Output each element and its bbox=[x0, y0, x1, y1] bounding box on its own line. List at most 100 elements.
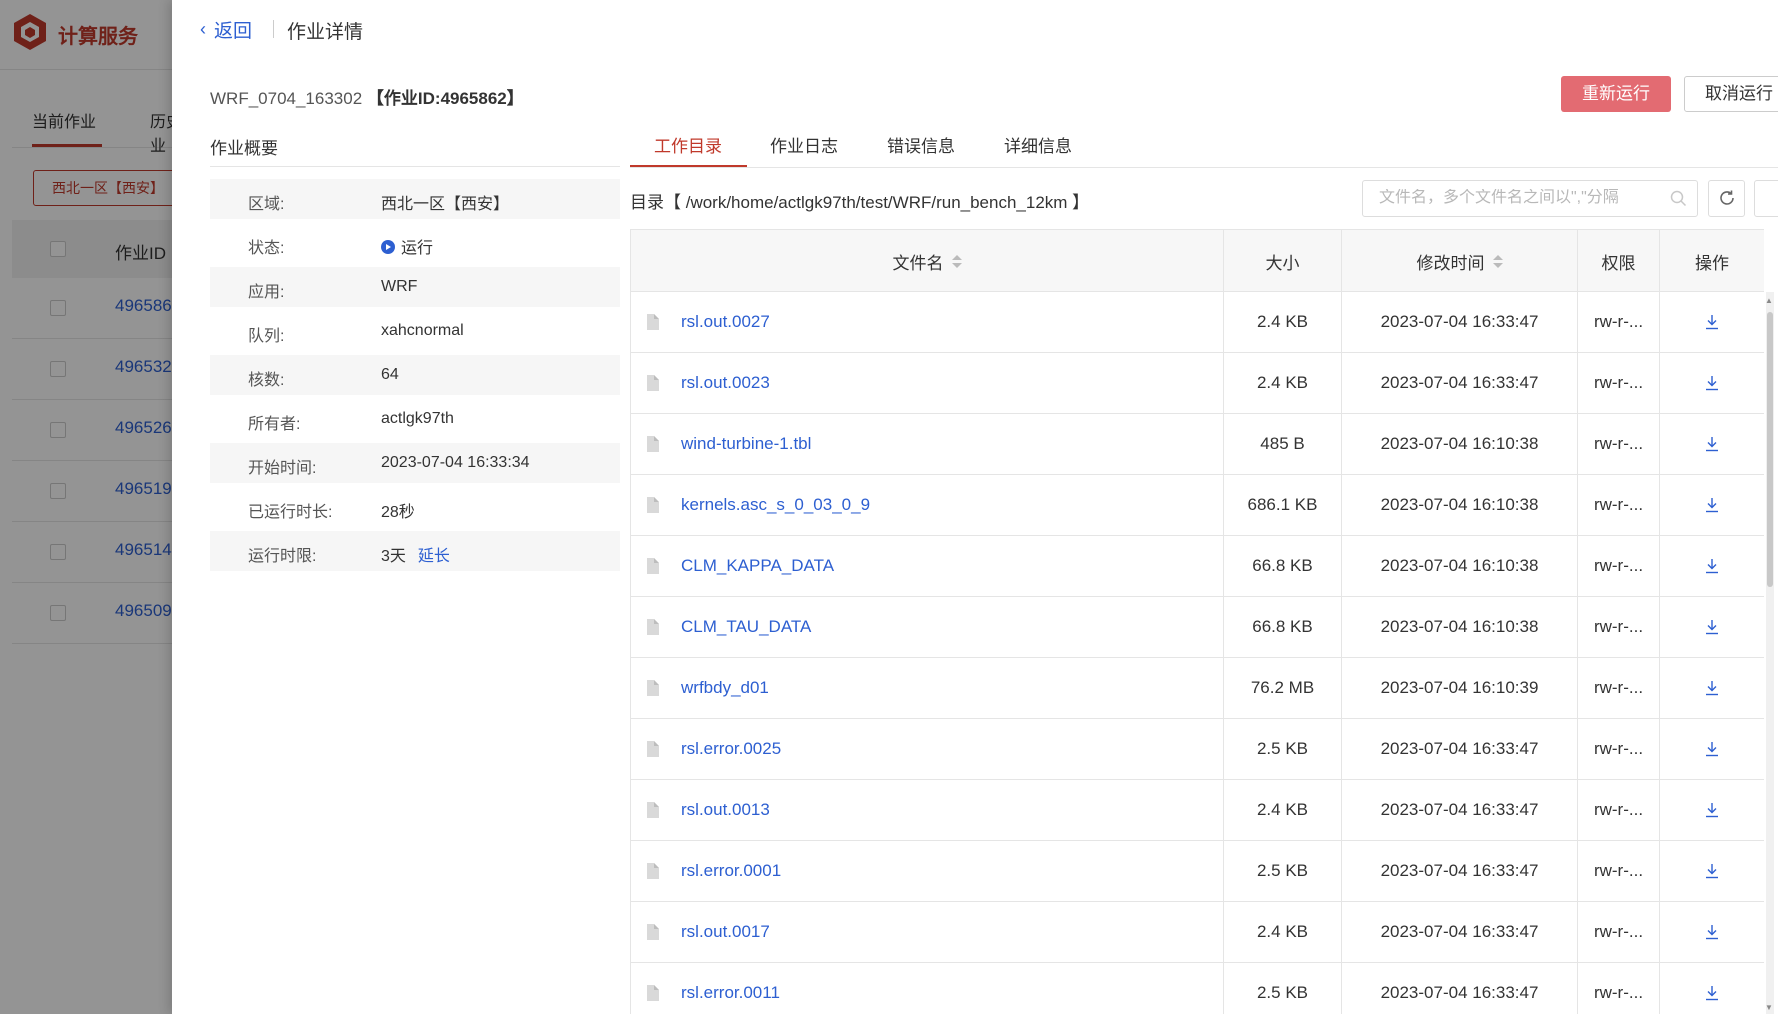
header-filename[interactable]: 文件名 bbox=[631, 230, 1224, 293]
download-icon[interactable] bbox=[1705, 314, 1719, 330]
cell-filename: wind-turbine-1.tbl bbox=[631, 414, 1224, 474]
cell-actions bbox=[1660, 719, 1764, 779]
table-header: 文件名 大小 修改时间 权限 操作 bbox=[631, 229, 1764, 293]
file-name-link[interactable]: rsl.out.0017 bbox=[681, 922, 770, 942]
download-icon[interactable] bbox=[1705, 375, 1719, 391]
table-row[interactable]: rsl.error.0011 2.5 KB 2023-07-04 16:33:47 r… bbox=[631, 963, 1764, 1014]
file-name-link[interactable]: CLM_KAPPA_DATA bbox=[681, 556, 834, 576]
drawer-topbar: ‹ 返回 作业详情 bbox=[172, 0, 1778, 58]
table-row[interactable]: rsl.error.0025 2.5 KB 2023-07-04 16:33:47 r… bbox=[631, 719, 1764, 780]
cell-actions bbox=[1660, 780, 1764, 840]
detail-tabs: 工作目录 作业日志 错误信息 详细信息 bbox=[630, 120, 1778, 168]
table-row[interactable]: rsl.error.0001 2.5 KB 2023-07-04 16:33:47 r… bbox=[631, 841, 1764, 902]
cell-modified: 2023-07-04 16:33:47 bbox=[1342, 719, 1578, 779]
download-icon[interactable] bbox=[1705, 497, 1719, 513]
file-name-link[interactable]: CLM_TAU_DATA bbox=[681, 617, 811, 637]
header-modified[interactable]: 修改时间 bbox=[1342, 230, 1578, 293]
cell-permission: rw-r-... bbox=[1578, 597, 1660, 657]
table-row[interactable]: CLM_KAPPA_DATA 66.8 KB 2023-07-04 16:10:38… bbox=[631, 536, 1764, 597]
job-name: WRF_0704_163302 bbox=[210, 89, 363, 108]
file-name-link[interactable]: rsl.out.0013 bbox=[681, 800, 770, 820]
file-icon bbox=[647, 924, 659, 940]
back-label: 返回 bbox=[214, 21, 253, 42]
tab-work-directory[interactable]: 工作目录 bbox=[654, 132, 722, 157]
tab-error-info[interactable]: 错误信息 bbox=[887, 132, 955, 157]
summary-row-queue: 队列: xahcnormal bbox=[210, 311, 620, 351]
cell-filename: rsl.error.0001 bbox=[631, 841, 1224, 901]
summary-value: 2023-07-04 16:33:34 bbox=[381, 454, 530, 471]
table-row[interactable]: kernels.asc_s_0_03_0_9 686.1 KB 2023-07-04… bbox=[631, 475, 1764, 536]
file-name-link[interactable]: wind-turbine-1.tbl bbox=[681, 434, 811, 454]
cell-modified: 2023-07-04 16:10:39 bbox=[1342, 658, 1578, 718]
file-search-input[interactable] bbox=[1379, 189, 1659, 207]
download-icon[interactable] bbox=[1705, 619, 1719, 635]
download-icon[interactable] bbox=[1705, 436, 1719, 452]
cell-permission: rw-r-... bbox=[1578, 292, 1660, 352]
cell-size: 485 B bbox=[1224, 414, 1342, 474]
back-button[interactable]: ‹ 返回 bbox=[200, 16, 252, 43]
table-scrollbar-thumb[interactable] bbox=[1767, 312, 1773, 587]
cell-permission: rw-r-... bbox=[1578, 780, 1660, 840]
scroll-up-icon[interactable]: ▲ bbox=[1765, 296, 1773, 305]
cell-size: 2.4 KB bbox=[1224, 353, 1342, 413]
file-name-link[interactable]: rsl.out.0023 bbox=[681, 373, 770, 393]
summary-row-start-time: 开始时间: 2023-07-04 16:33:34 bbox=[210, 443, 620, 483]
cell-size: 2.5 KB bbox=[1224, 841, 1342, 901]
summary-title: 作业概要 bbox=[210, 139, 278, 158]
cell-permission: rw-r-... bbox=[1578, 719, 1660, 779]
extend-link[interactable]: 延长 bbox=[418, 548, 450, 565]
cell-permission: rw-r-... bbox=[1578, 841, 1660, 901]
sort-icon[interactable] bbox=[951, 254, 962, 270]
cell-permission: rw-r-... bbox=[1578, 414, 1660, 474]
cell-size: 2.5 KB bbox=[1224, 719, 1342, 779]
summary-key: 应用: bbox=[248, 284, 285, 301]
file-name-link[interactable]: wrfbdy_d01 bbox=[681, 678, 769, 698]
search-icon[interactable] bbox=[1670, 190, 1687, 207]
download-icon[interactable] bbox=[1705, 863, 1719, 879]
modal-overlay[interactable] bbox=[0, 0, 172, 1014]
file-name-link[interactable]: rsl.out.0027 bbox=[681, 312, 770, 332]
more-actions-button[interactable] bbox=[1754, 180, 1778, 217]
sort-icon[interactable] bbox=[1492, 254, 1503, 270]
summary-value: xahcnormal bbox=[381, 322, 464, 339]
rerun-button[interactable]: 重新运行 bbox=[1561, 76, 1671, 112]
table-row[interactable]: wrfbdy_d01 76.2 MB 2023-07-04 16:10:39 rw-r… bbox=[631, 658, 1764, 719]
file-name-link[interactable]: rsl.error.0011 bbox=[681, 983, 780, 1003]
download-icon[interactable] bbox=[1705, 680, 1719, 696]
refresh-button[interactable] bbox=[1708, 180, 1745, 217]
status-text: 运行 bbox=[401, 240, 434, 257]
divider bbox=[273, 20, 274, 38]
page-title: 作业详情 bbox=[287, 22, 364, 43]
file-name-link[interactable]: rsl.error.0025 bbox=[681, 739, 781, 759]
cell-filename: rsl.out.0023 bbox=[631, 353, 1224, 413]
cancel-run-button[interactable]: 取消运行 bbox=[1684, 76, 1778, 112]
table-row[interactable]: rsl.out.0013 2.4 KB 2023-07-04 16:33:47 rw-… bbox=[631, 780, 1764, 841]
summary-key: 队列: bbox=[248, 328, 285, 345]
cell-actions bbox=[1660, 841, 1764, 901]
file-icon bbox=[647, 436, 659, 452]
header-label: 文件名 bbox=[892, 254, 944, 273]
table-row[interactable]: CLM_TAU_DATA 66.8 KB 2023-07-04 16:10:38 rw… bbox=[631, 597, 1764, 658]
scroll-down-icon[interactable]: ▼ bbox=[1765, 1003, 1773, 1012]
download-icon[interactable] bbox=[1705, 558, 1719, 574]
cell-size: 66.8 KB bbox=[1224, 536, 1342, 596]
cell-modified: 2023-07-04 16:33:47 bbox=[1342, 902, 1578, 962]
file-name-link[interactable]: rsl.error.0001 bbox=[681, 861, 781, 881]
tab-job-log[interactable]: 作业日志 bbox=[770, 132, 838, 157]
table-row[interactable]: rsl.out.0027 2.4 KB 2023-07-04 16:33:47 rw-… bbox=[631, 292, 1764, 353]
download-icon[interactable] bbox=[1705, 741, 1719, 757]
table-row[interactable]: rsl.out.0017 2.4 KB 2023-07-04 16:33:47 rw-… bbox=[631, 902, 1764, 963]
table-row[interactable]: wind-turbine-1.tbl 485 B 2023-07-04 16:10:… bbox=[631, 414, 1764, 475]
download-icon[interactable] bbox=[1705, 924, 1719, 940]
summary-value: 64 bbox=[381, 366, 399, 383]
table-row[interactable]: rsl.out.0023 2.4 KB 2023-07-04 16:33:47 rw-… bbox=[631, 353, 1764, 414]
summary-row-status: 状态: 运行 bbox=[210, 223, 620, 263]
tab-detail-info[interactable]: 详细信息 bbox=[1004, 132, 1072, 157]
file-name-link[interactable]: kernels.asc_s_0_03_0_9 bbox=[681, 495, 870, 515]
cell-modified: 2023-07-04 16:10:38 bbox=[1342, 414, 1578, 474]
download-icon[interactable] bbox=[1705, 802, 1719, 818]
download-icon[interactable] bbox=[1705, 985, 1719, 1001]
cell-filename: wrfbdy_d01 bbox=[631, 658, 1224, 718]
cell-size: 2.4 KB bbox=[1224, 780, 1342, 840]
cell-filename: rsl.out.0027 bbox=[631, 292, 1224, 352]
